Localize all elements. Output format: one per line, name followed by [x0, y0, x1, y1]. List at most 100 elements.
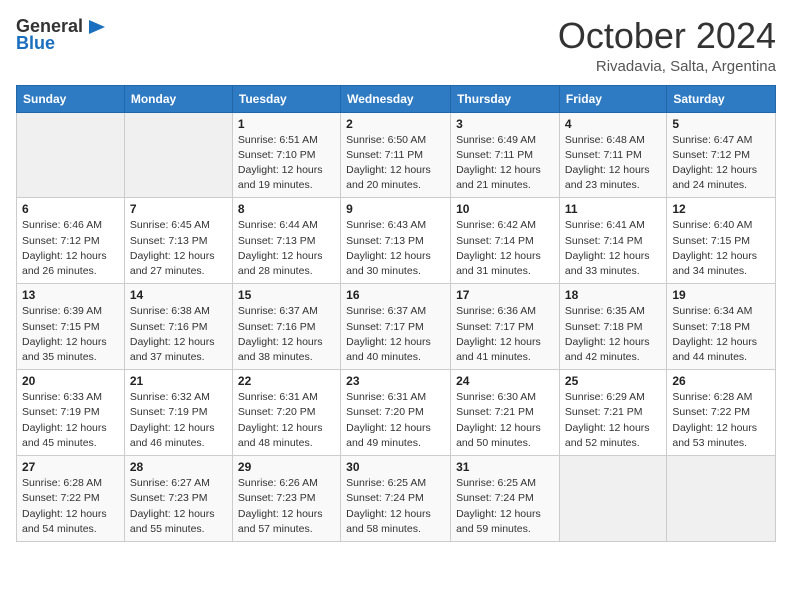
- sunrise-text: Sunrise: 6:48 AM: [565, 134, 645, 146]
- sunset-text: Sunset: 7:20 PM: [238, 406, 316, 418]
- sunrise-text: Sunrise: 6:50 AM: [346, 134, 426, 146]
- sunrise-text: Sunrise: 6:31 AM: [238, 391, 318, 403]
- sunrise-text: Sunrise: 6:37 AM: [346, 305, 426, 317]
- day-info: Sunrise: 6:42 AM Sunset: 7:14 PM Daylight:…: [456, 218, 554, 279]
- calendar-cell: 19Sunrise: 6:34 AMSunset: 7:18 PMDayligh…: [667, 284, 776, 370]
- day-info: Sunrise: 6:37 AMSunset: 7:16 PMDaylight:…: [238, 304, 335, 365]
- calendar-week-3: 13Sunrise: 6:39 AMSunset: 7:15 PMDayligh…: [17, 284, 776, 370]
- day-number: 8: [238, 202, 335, 216]
- sunset-text: Sunset: 7:12 PM: [22, 235, 100, 247]
- day-info: Sunrise: 6:36 AMSunset: 7:17 PMDaylight:…: [456, 304, 554, 365]
- day-number: 22: [238, 374, 335, 388]
- calendar-cell: 27 Sunrise: 6:28 AMSunset: 7:22 PMDayligh…: [17, 456, 125, 542]
- sunset-text: Sunset: 7:11 PM: [456, 149, 533, 161]
- sunset-text: Sunset: 7:13 PM: [238, 235, 316, 247]
- daylight-text: Daylight: 12 hours and 35 minutes.: [22, 336, 107, 363]
- sunset-text: Sunset: 7:21 PM: [456, 406, 534, 418]
- sunrise-text: Sunrise: 6:34 AM: [672, 305, 752, 317]
- day-number: 19: [672, 288, 770, 302]
- calendar-cell: [559, 456, 666, 542]
- calendar-cell: 17 Sunrise: 6:36 AMSunset: 7:17 PMDayligh…: [451, 284, 560, 370]
- calendar-cell: 23Sunrise: 6:31 AMSunset: 7:20 PMDayligh…: [341, 370, 451, 456]
- sunset-text: Sunset: 7:23 PM: [130, 492, 208, 504]
- daylight-text: Daylight: 12 hours and 58 minutes.: [346, 508, 431, 535]
- day-info: Sunrise: 6:31 AMSunset: 7:20 PMDaylight:…: [238, 390, 335, 451]
- day-number: 31: [456, 460, 554, 474]
- calendar-cell: [17, 112, 125, 198]
- calendar-cell: 15Sunrise: 6:37 AMSunset: 7:16 PMDayligh…: [232, 284, 340, 370]
- calendar-cell: [124, 112, 232, 198]
- day-info: Sunrise: 6:32 AMSunset: 7:19 PMDaylight:…: [130, 390, 227, 451]
- col-header-thursday: Thursday: [451, 85, 560, 112]
- col-header-saturday: Saturday: [667, 85, 776, 112]
- daylight-text: Daylight: 12 hours and 33 minutes.: [565, 250, 650, 277]
- calendar-cell: 3 Sunrise: 6:49 AMSunset: 7:11 PMDaylight…: [451, 112, 560, 198]
- day-info: Sunrise: 6:35 AMSunset: 7:18 PMDaylight:…: [565, 304, 661, 365]
- daylight-text: Daylight: 12 hours and 53 minutes.: [672, 422, 757, 449]
- daylight-text: Daylight: 12 hours and 49 minutes.: [346, 422, 431, 449]
- sunrise-text: Sunrise: 6:40 AM: [672, 219, 752, 231]
- calendar-cell: 24Sunrise: 6:30 AMSunset: 7:21 PMDayligh…: [451, 370, 560, 456]
- day-number: 5: [672, 117, 770, 131]
- day-info: Sunrise: 6:50 AMSunset: 7:11 PMDaylight:…: [346, 133, 445, 194]
- sunrise-text: Sunrise: 6:45 AM: [130, 219, 210, 231]
- sunrise-text: Sunrise: 6:36 AM: [456, 305, 536, 317]
- daylight-text: Daylight: 12 hours and 21 minutes.: [456, 164, 541, 191]
- sunset-text: Sunset: 7:18 PM: [672, 321, 750, 333]
- logo-blue-text: Blue: [16, 33, 55, 54]
- daylight-text: Daylight: 12 hours and 42 minutes.: [565, 336, 650, 363]
- calendar-cell: 16Sunrise: 6:37 AMSunset: 7:17 PMDayligh…: [341, 284, 451, 370]
- day-info: Sunrise: 6:25 AMSunset: 7:24 PMDaylight:…: [346, 476, 445, 537]
- day-number: 29: [238, 460, 335, 474]
- daylight-text: Daylight: 12 hours and 37 minutes.: [130, 336, 215, 363]
- sunset-text: Sunset: 7:13 PM: [130, 235, 208, 247]
- sunset-text: Sunset: 7:14 PM: [565, 235, 643, 247]
- calendar-cell: [667, 456, 776, 542]
- sunrise-text: Sunrise: 6:38 AM: [130, 305, 210, 317]
- daylight-text: Daylight: 12 hours and 28 minutes.: [238, 250, 323, 277]
- sunset-text: Sunset: 7:11 PM: [346, 149, 423, 161]
- sunset-text: Sunset: 7:14 PM: [456, 235, 534, 247]
- day-number: 12: [672, 202, 770, 216]
- calendar-week-4: 20 Sunrise: 6:33 AMSunset: 7:19 PMDayligh…: [17, 370, 776, 456]
- sunrise-text: Sunrise: 6:47 AM: [672, 134, 752, 146]
- day-number: 7: [130, 202, 227, 216]
- day-info: Sunrise: 6:29 AMSunset: 7:21 PMDaylight:…: [565, 390, 661, 451]
- sunrise-text: Sunrise: 6:30 AM: [456, 391, 536, 403]
- day-info: Sunrise: 6:28 AMSunset: 7:22 PMDaylight:…: [22, 476, 119, 537]
- calendar-week-2: 6Sunrise: 6:46 AMSunset: 7:12 PMDaylight…: [17, 198, 776, 284]
- day-info: Sunrise: 6:47 AMSunset: 7:12 PMDaylight:…: [672, 133, 770, 194]
- sunset-text: Sunset: 7:16 PM: [238, 321, 316, 333]
- calendar-cell: 8Sunrise: 6:44 AMSunset: 7:13 PMDaylight…: [232, 198, 340, 284]
- sunrise-text: Sunrise: 6:42 AM: [456, 219, 536, 231]
- calendar-cell: 21Sunrise: 6:32 AMSunset: 7:19 PMDayligh…: [124, 370, 232, 456]
- day-info: Sunrise: 6:38 AMSunset: 7:16 PMDaylight:…: [130, 304, 227, 365]
- day-info: Sunrise: 6:30 AMSunset: 7:21 PMDaylight:…: [456, 390, 554, 451]
- calendar-cell: 14Sunrise: 6:38 AMSunset: 7:16 PMDayligh…: [124, 284, 232, 370]
- day-number: 3: [456, 117, 554, 131]
- daylight-text: Daylight: 12 hours and 31 minutes.: [456, 250, 541, 277]
- day-number: 20: [22, 374, 119, 388]
- sunrise-text: Sunrise: 6:26 AM: [238, 477, 318, 489]
- logo: General Blue: [16, 16, 107, 54]
- sunset-text: Sunset: 7:11 PM: [565, 149, 642, 161]
- daylight-text: Daylight: 12 hours and 41 minutes.: [456, 336, 541, 363]
- calendar-header-row: SundayMondayTuesdayWednesdayThursdayFrid…: [17, 85, 776, 112]
- calendar-cell: 20 Sunrise: 6:33 AMSunset: 7:19 PMDayligh…: [17, 370, 125, 456]
- day-number: 30: [346, 460, 445, 474]
- daylight-text: Daylight: 12 hours and 34 minutes.: [672, 250, 757, 277]
- subtitle: Rivadavia, Salta, Argentina: [558, 58, 776, 75]
- calendar-cell: 12Sunrise: 6:40 AMSunset: 7:15 PMDayligh…: [667, 198, 776, 284]
- day-info: Sunrise: 6:33 AMSunset: 7:19 PMDaylight:…: [22, 390, 119, 451]
- day-info: Sunrise: 6:49 AMSunset: 7:11 PMDaylight:…: [456, 133, 554, 194]
- calendar-week-1: 1Sunrise: 6:51 AMSunset: 7:10 PMDaylight…: [17, 112, 776, 198]
- day-number: 27: [22, 460, 119, 474]
- sunset-text: Sunset: 7:12 PM: [672, 149, 750, 161]
- calendar-cell: 18Sunrise: 6:35 AMSunset: 7:18 PMDayligh…: [559, 284, 666, 370]
- day-number: 10: [456, 202, 554, 216]
- day-info: Sunrise: 6:46 AMSunset: 7:12 PMDaylight:…: [22, 218, 119, 279]
- calendar-cell: 31Sunrise: 6:25 AMSunset: 7:24 PMDayligh…: [451, 456, 560, 542]
- day-number: 17: [456, 288, 554, 302]
- day-number: 25: [565, 374, 661, 388]
- daylight-text: Daylight: 12 hours and 26 minutes.: [22, 250, 107, 277]
